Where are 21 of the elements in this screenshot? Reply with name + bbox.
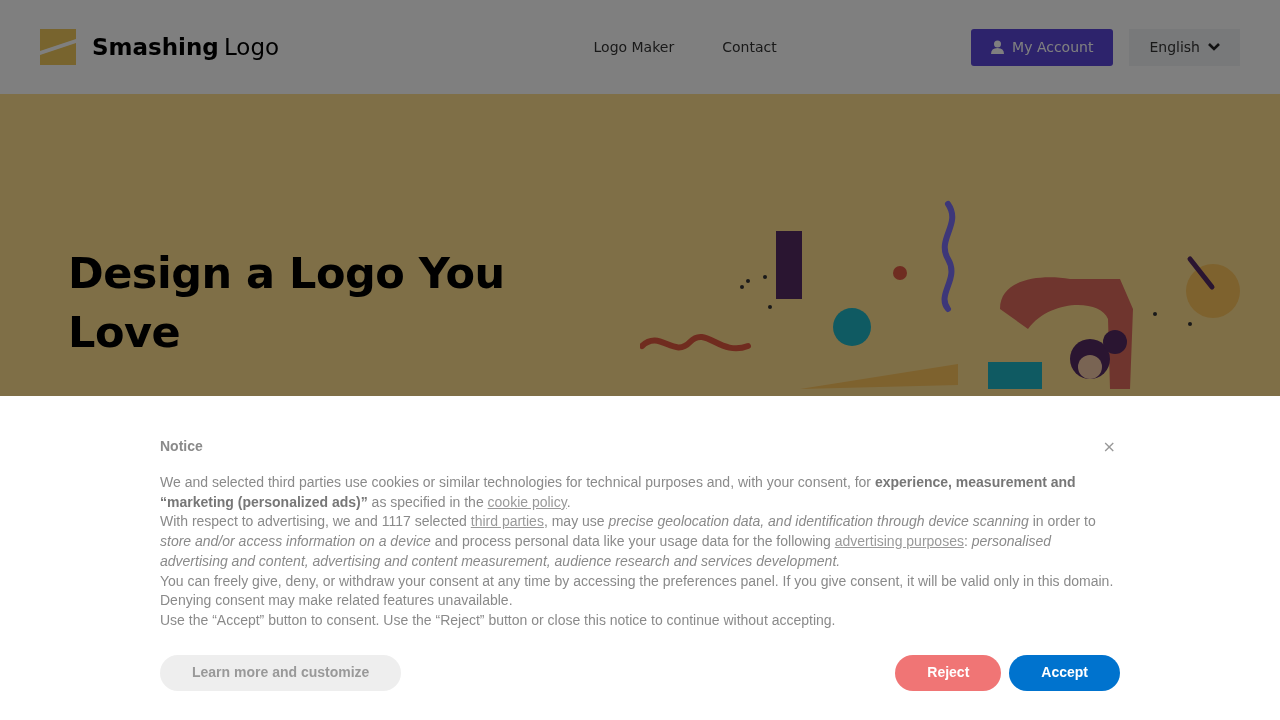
notice-paragraph: We and selected third parties use cookies or similar technologies for technical purposes and, with your consent, for experience, measurement and “marketing (personalized ads)” as specified in the cookie policy. [160,473,1077,512]
notice-title: Notice [160,437,203,456]
nav-link[interactable]: Logo Maker [593,36,675,58]
chevron-down-icon [1208,43,1220,51]
reject-button[interactable]: Reject [895,654,1002,691]
text-link[interactable]: third parties [470,513,544,530]
text-link[interactable]: advertising purposes [834,533,964,550]
account-button[interactable]: My Account [971,28,1114,66]
notice-paragraph: Use the “Accept” button to consent. Use the “Reject” button or close this notice to continue without accepting. [160,610,837,630]
close-button[interactable]: × [1098,438,1120,455]
notice-paragraph: You can freely give, deny, or withdraw your consent at any time by accessing the preferences panel. If you give consent, it will be valid only in this domain. Denying consent may make related features unavailable. [160,571,1115,611]
notice-paragraph: With respect to advertising, we and 1117 selected third parties, may use precise geolocation data, and identification through device scanning in order to store and/or access information on a device and process personal data like your usage data for the following advertising purposes: personalised advertising and content, advertising and content measurement, audience research and services development. [160,512,1097,571]
logo-icon [40,29,76,65]
nav-link[interactable]: Contact [722,36,777,58]
logo-wordmark[interactable]: Smashing Logo [92,29,280,65]
user-icon [991,40,1005,54]
hero-heading: Design a Logo You Love [68,247,506,359]
language-dropdown[interactable]: English [1129,28,1240,66]
learn-more-button[interactable]: Learn more and customize [160,654,402,691]
text-link[interactable]: cookie policy [487,493,567,510]
accept-button[interactable]: Accept [1009,654,1120,691]
